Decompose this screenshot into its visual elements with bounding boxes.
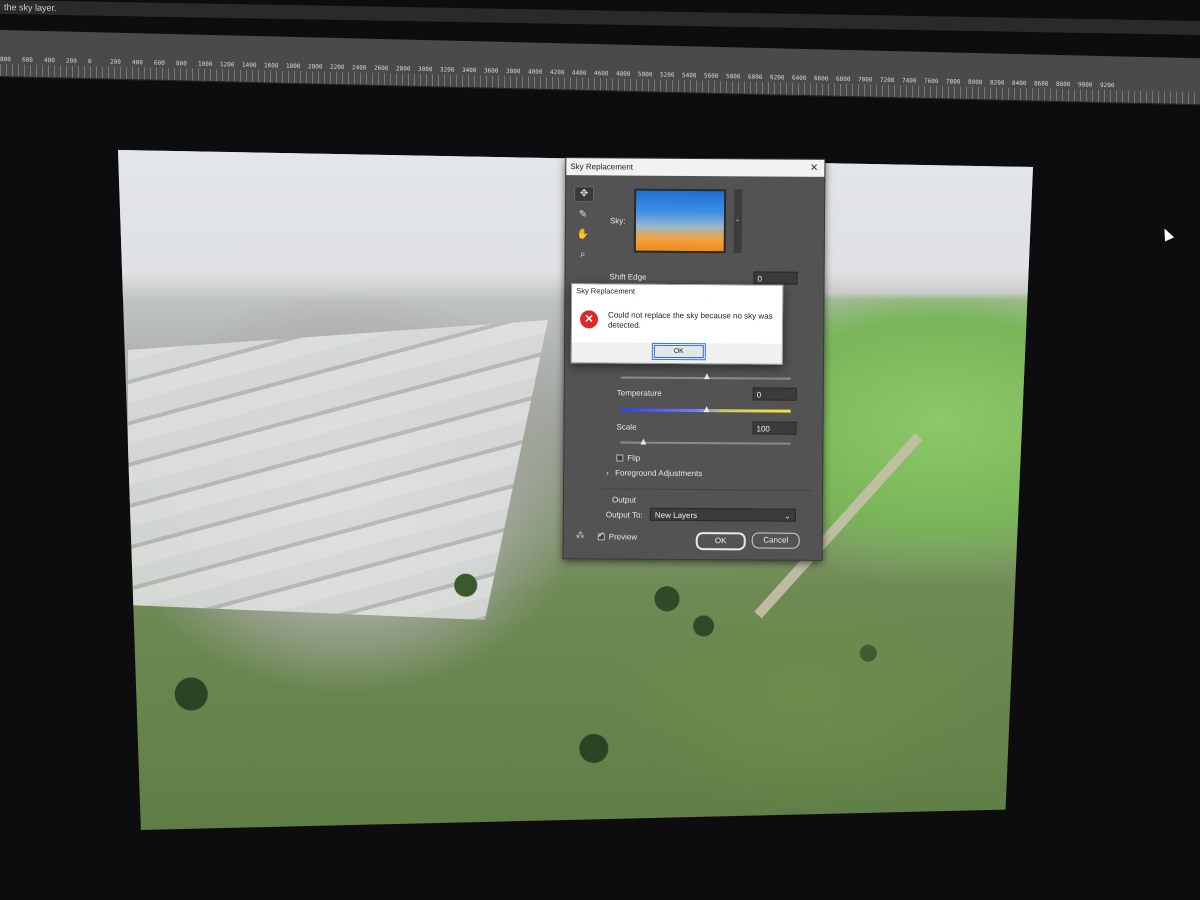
hand-tool-icon[interactable]: ✋ [574, 228, 592, 242]
zoom-tool-icon[interactable]: ⌕ [574, 248, 592, 262]
output-section-label: Output [611, 495, 637, 505]
alert-title: Sky Replacement [572, 284, 783, 300]
chevron-right-icon: › [606, 468, 609, 478]
output-to-label: Output To: [605, 510, 643, 520]
brightness-slider-thumb[interactable] [703, 373, 710, 380]
sky-label: Sky: [609, 215, 626, 226]
close-icon[interactable]: ✕ [810, 160, 819, 177]
ok-button[interactable]: OK [695, 532, 746, 551]
alert-ok-button[interactable]: OK [651, 342, 706, 361]
chevron-down-icon: ⌄ [784, 511, 791, 521]
window-title-text: the sky layer. [4, 2, 57, 13]
error-icon: ✕ [579, 310, 599, 329]
brush-tool-icon[interactable]: ✎ [574, 208, 592, 222]
foreground-adjustments-toggle[interactable]: › Foreground Adjustments [606, 468, 702, 478]
horizontal-ruler[interactable]: 800 600 400 200 0 200 400 600 800 1000 1200 1400 160… [0, 30, 1200, 106]
preview-label: Preview [608, 532, 638, 542]
temperature-label: Temperature [616, 388, 662, 398]
scale-input[interactable]: 100 [752, 421, 797, 435]
tool-column: ✥ ✎ ✋ ⌕ [574, 186, 595, 262]
preview-checkbox[interactable] [597, 533, 605, 541]
alert-message: Could not replace the sky because no sky… [607, 310, 773, 330]
foreground-adjustments-label: Foreground Adjustments [615, 468, 703, 479]
settings-icon[interactable]: ⁂ [576, 530, 585, 541]
error-alert-dialog: Sky Replacement ✕ Could not replace the … [570, 283, 784, 365]
sky-preset-thumbnail[interactable] [633, 188, 726, 254]
section-divider [602, 488, 813, 491]
scale-slider-thumb[interactable] [640, 438, 647, 445]
flip-label: Flip [627, 453, 641, 463]
panel-title: Sky Replacement [570, 162, 634, 172]
sky-dropdown-chevron-icon[interactable]: ⌄ [733, 189, 742, 254]
flip-checkbox[interactable] [616, 454, 624, 462]
alert-body: ✕ Could not replace the sky because no s… [571, 298, 783, 344]
window-title-strip: the sky layer. [0, 0, 1200, 36]
move-tool-icon[interactable]: ✥ [574, 186, 595, 203]
temperature-input[interactable]: 0 [752, 387, 797, 401]
cancel-button[interactable]: Cancel [751, 532, 800, 549]
mouse-cursor-icon [1159, 226, 1175, 242]
scale-label: Scale [616, 422, 637, 432]
output-to-value: New Layers [654, 510, 698, 521]
panel-title-bar[interactable]: Sky Replacement ✕ [566, 158, 825, 177]
shift-edge-input[interactable]: 0 [753, 271, 798, 285]
output-to-select[interactable]: New Layers ⌄ [649, 507, 796, 522]
temperature-slider-thumb[interactable] [703, 406, 710, 413]
shift-edge-label: Shift Edge [609, 272, 647, 282]
sky-row: Sky: ⌄ [609, 188, 742, 254]
